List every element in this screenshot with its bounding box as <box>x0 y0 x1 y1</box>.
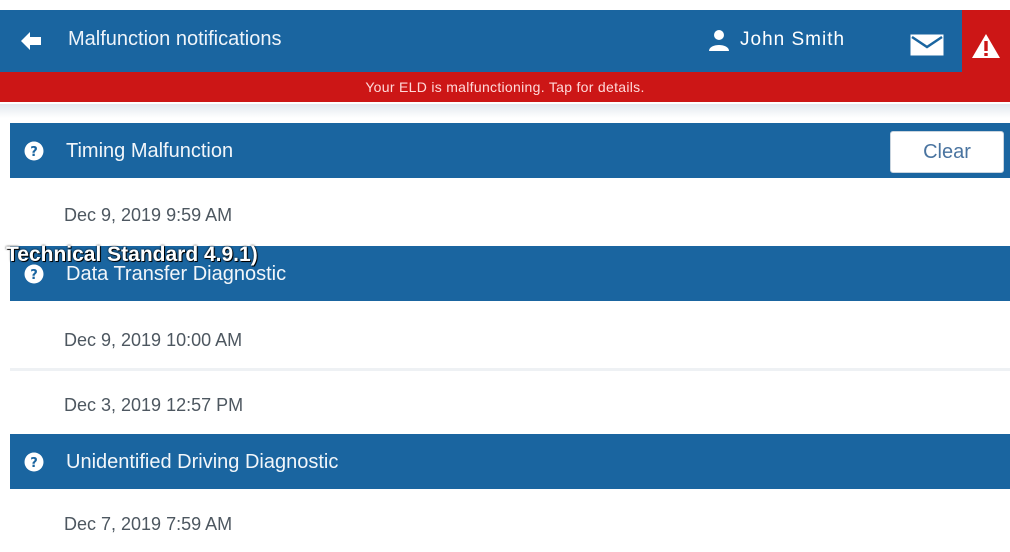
question-circle-icon[interactable]: ? <box>24 264 44 284</box>
timestamp: Dec 9, 2019 9:59 AM <box>64 205 233 225</box>
mail-icon[interactable] <box>910 34 944 56</box>
list-item[interactable]: Dec 7, 2019 7:59 AM <box>10 496 1010 552</box>
user-name: John Smith <box>740 29 846 50</box>
svg-text:?: ? <box>30 456 38 471</box>
section-label: Timing Malfunction <box>66 140 234 162</box>
divider <box>10 368 1010 371</box>
user-menu[interactable]: John Smith <box>708 26 845 54</box>
top-bar: Malfunction notifications John Smith <box>0 10 1010 82</box>
svg-text:?: ? <box>30 145 38 160</box>
alert-banner[interactable]: Your ELD is malfunctioning. Tap for deta… <box>0 72 1010 102</box>
list-item[interactable]: Dec 3, 2019 12:57 PM <box>10 377 1010 433</box>
clear-button[interactable]: Clear <box>890 131 1004 173</box>
question-circle-icon[interactable]: ? <box>24 452 44 472</box>
section-timing-malfunction: ? Timing Malfunction Clear <box>10 123 1010 178</box>
warning-icon <box>972 34 1000 58</box>
user-icon <box>709 30 729 51</box>
overlay-caption: Technical Standard 4.9.1) <box>6 243 258 266</box>
section-unidentified-driving-diagnostic: ? Unidentified Driving Diagnostic <box>10 434 1010 489</box>
back-arrow-icon[interactable] <box>18 28 44 54</box>
section-label: Data Transfer Diagnostic <box>66 263 287 285</box>
timestamp: Dec 9, 2019 10:00 AM <box>64 330 243 350</box>
divider <box>0 104 1010 118</box>
timestamp: Dec 7, 2019 7:59 AM <box>64 514 233 534</box>
list-item[interactable]: Dec 9, 2019 10:00 AM <box>10 312 1010 368</box>
page-title: Malfunction notifications <box>68 28 282 50</box>
question-circle-icon[interactable]: ? <box>24 141 44 161</box>
section-label: Unidentified Driving Diagnostic <box>66 451 339 473</box>
list-item[interactable]: Dec 9, 2019 9:59 AM <box>10 187 1010 243</box>
timestamp: Dec 3, 2019 12:57 PM <box>64 395 244 415</box>
svg-text:?: ? <box>30 268 38 283</box>
